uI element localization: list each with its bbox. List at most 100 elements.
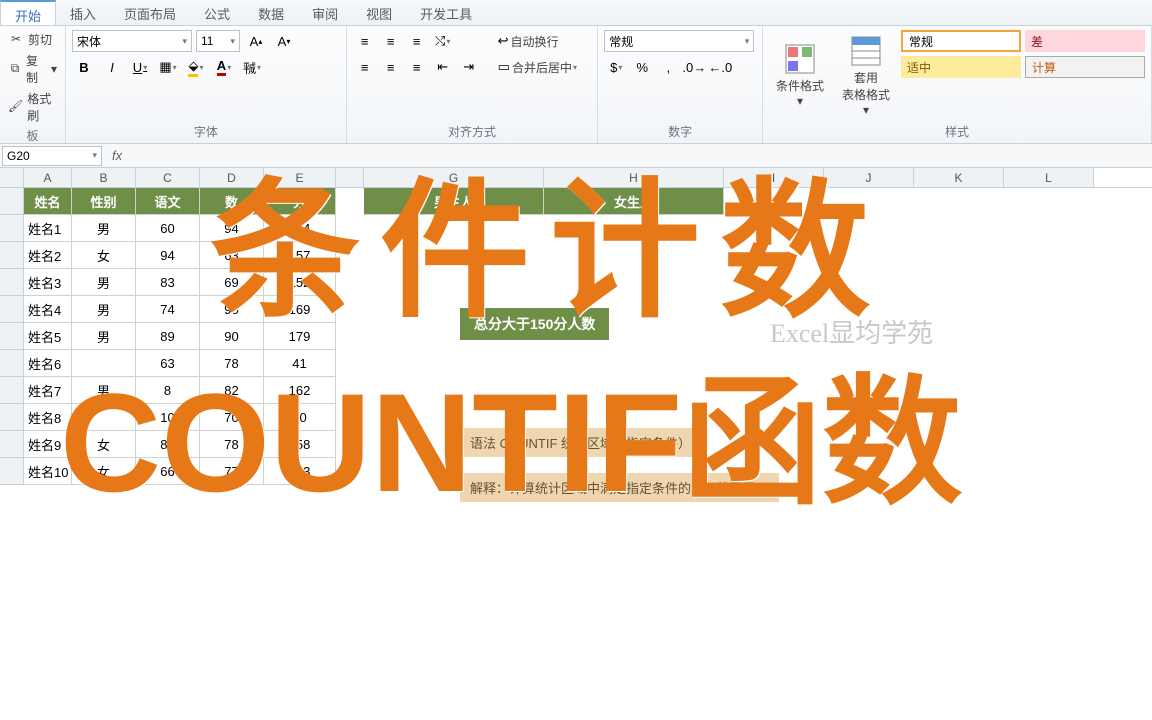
table-cell[interactable]: 80 — [136, 431, 200, 458]
indent-inc-button[interactable]: ⇥ — [457, 56, 481, 78]
tab-home[interactable]: 开始 — [0, 0, 56, 25]
cut-button[interactable]: ✂剪切 — [6, 30, 59, 49]
table-cell[interactable]: 157 — [264, 242, 336, 269]
table-cell[interactable]: 女 — [72, 431, 136, 458]
table-cell[interactable]: 74 — [136, 296, 200, 323]
number-format-combo[interactable]: 常规▾ — [604, 30, 754, 52]
table-cell[interactable]: 男 — [72, 296, 136, 323]
col-C[interactable]: C — [136, 168, 200, 187]
table-cell[interactable] — [72, 350, 136, 377]
table-cell[interactable]: 姓名4 — [24, 296, 72, 323]
table-cell[interactable]: 姓名7 — [24, 377, 72, 404]
align-right-button[interactable]: ≡ — [405, 56, 429, 78]
table-cell[interactable]: 143 — [264, 458, 336, 485]
table-cell[interactable]: 10 — [136, 404, 200, 431]
table-cell[interactable]: 89 — [136, 323, 200, 350]
table-cell[interactable]: 94 — [200, 215, 264, 242]
format-painter-button[interactable]: 🖌格式刷 — [6, 89, 59, 125]
table-cell[interactable]: 63 — [200, 242, 264, 269]
table-cell[interactable]: 姓名10 — [24, 458, 72, 485]
hdr-total[interactable]: 分 — [264, 188, 336, 215]
table-cell[interactable]: 78 — [200, 431, 264, 458]
col-G[interactable]: G — [364, 168, 544, 187]
sheet-area[interactable]: 姓名 性别 语文 数 分 男生人 女生人 姓名1男6094154姓名2女9463… — [0, 188, 1152, 485]
col-J[interactable]: J — [824, 168, 914, 187]
copy-button[interactable]: ⧉复制▾ — [6, 51, 59, 87]
name-box[interactable]: G20▾ — [2, 146, 102, 166]
hdr-female[interactable]: 女生人 — [544, 188, 724, 215]
tab-dev[interactable]: 开发工具 — [406, 0, 486, 25]
table-cell[interactable]: 63 — [136, 350, 200, 377]
wrap-text-button[interactable]: ↩自动换行 — [493, 30, 564, 52]
col-F[interactable] — [336, 168, 364, 187]
align-left-button[interactable]: ≡ — [353, 56, 377, 78]
hdr-male[interactable]: 男生人 — [364, 188, 544, 215]
decrease-decimal-button[interactable]: ←.0 — [708, 56, 732, 78]
align-bottom-button[interactable]: ≡ — [405, 30, 429, 52]
col-I[interactable]: I — [724, 168, 824, 187]
table-cell[interactable]: 70 — [264, 404, 336, 431]
table-cell[interactable]: 男 — [72, 377, 136, 404]
style-normal[interactable]: 常规 — [901, 30, 1021, 52]
style-neutral[interactable]: 适中 — [901, 56, 1021, 78]
table-cell[interactable]: 女 — [72, 458, 136, 485]
table-cell[interactable]: 姓名9 — [24, 431, 72, 458]
font-name-combo[interactable]: 宋体▾ — [72, 30, 192, 52]
table-cell[interactable]: 82 — [200, 377, 264, 404]
table-cell[interactable]: 162 — [264, 377, 336, 404]
underline-button[interactable]: U▾ — [128, 56, 152, 78]
table-cell[interactable]: 男 — [72, 215, 136, 242]
hdr-sex[interactable]: 性别 — [72, 188, 136, 215]
table-cell[interactable]: 154 — [264, 215, 336, 242]
table-cell[interactable]: 姓名3 — [24, 269, 72, 296]
table-cell[interactable]: 姓名2 — [24, 242, 72, 269]
table-cell[interactable]: 77 — [200, 458, 264, 485]
col-K[interactable]: K — [914, 168, 1004, 187]
table-cell[interactable]: 姓名6 — [24, 350, 72, 377]
col-D[interactable]: D — [200, 168, 264, 187]
table-cell[interactable]: 69 — [200, 269, 264, 296]
tab-insert[interactable]: 插入 — [56, 0, 110, 25]
merge-center-button[interactable]: ▭合并后居中▾ — [493, 56, 582, 78]
table-cell[interactable]: 66 — [136, 458, 200, 485]
table-cell[interactable]: 94 — [136, 242, 200, 269]
table-cell[interactable] — [72, 404, 136, 431]
col-L[interactable]: L — [1004, 168, 1094, 187]
fx-icon[interactable]: fx — [112, 148, 122, 163]
table-cell[interactable]: 姓名5 — [24, 323, 72, 350]
tab-view[interactable]: 视图 — [352, 0, 406, 25]
table-cell[interactable]: 女 — [72, 242, 136, 269]
table-cell[interactable]: 70 — [200, 404, 264, 431]
comma-button[interactable]: , — [656, 56, 680, 78]
table-cell[interactable]: 179 — [264, 323, 336, 350]
font-color-button[interactable]: A▾ — [212, 56, 236, 78]
percent-button[interactable]: % — [630, 56, 654, 78]
table-cell[interactable]: 男 — [72, 323, 136, 350]
table-cell[interactable]: 8 — [136, 377, 200, 404]
hdr-math[interactable]: 数 — [200, 188, 264, 215]
table-cell[interactable]: 78 — [200, 350, 264, 377]
tab-data[interactable]: 数据 — [244, 0, 298, 25]
hdr-name[interactable]: 姓名 — [24, 188, 72, 215]
hdr-chinese[interactable]: 语文 — [136, 188, 200, 215]
table-cell[interactable]: 姓名8 — [24, 404, 72, 431]
table-cell[interactable]: 95 — [200, 296, 264, 323]
col-A[interactable]: A — [24, 168, 72, 187]
col-E[interactable]: E — [264, 168, 336, 187]
fill-color-button[interactable]: ⬙▾ — [184, 56, 208, 78]
tab-formula[interactable]: 公式 — [190, 0, 244, 25]
increase-decimal-button[interactable]: .0→ — [682, 56, 706, 78]
table-cell[interactable]: 姓名1 — [24, 215, 72, 242]
align-middle-button[interactable]: ≡ — [379, 30, 403, 52]
indent-dec-button[interactable]: ⇤ — [431, 56, 455, 78]
tab-review[interactable]: 审阅 — [298, 0, 352, 25]
table-format-button[interactable]: 套用表格格式▾ — [835, 30, 897, 121]
style-bad[interactable]: 差 — [1025, 30, 1145, 52]
tab-layout[interactable]: 页面布局 — [110, 0, 190, 25]
decrease-font-button[interactable]: A▾ — [272, 30, 296, 52]
align-top-button[interactable]: ≡ — [353, 30, 377, 52]
table-cell[interactable]: 41 — [264, 350, 336, 377]
table-cell[interactable]: 90 — [200, 323, 264, 350]
phonetic-button[interactable]: ㍻▾ — [240, 56, 264, 78]
table-cell[interactable]: 169 — [264, 296, 336, 323]
